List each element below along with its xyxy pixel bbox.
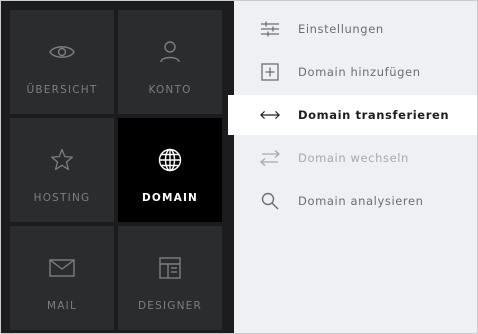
eye-icon xyxy=(48,38,76,66)
mail-icon xyxy=(48,254,76,282)
nav-tile-grid: ÜBERSICHT KONTO HOSTING DOMAIN MAIL DESI… xyxy=(1,1,234,333)
tile-label: ÜBERSICHT xyxy=(26,84,98,96)
menu-item-analyze-domain[interactable]: Domain analysieren xyxy=(234,181,477,221)
tile-account[interactable]: KONTO xyxy=(118,10,222,114)
menu-item-add-domain[interactable]: Domain hinzufügen xyxy=(234,52,477,92)
domain-submenu: Einstellungen Domain hinzufügen Domain t… xyxy=(228,1,477,333)
sliders-icon xyxy=(260,19,280,39)
swap-icon xyxy=(260,148,280,168)
globe-icon xyxy=(156,146,184,174)
menu-item-transfer-domain[interactable]: Domain transferieren xyxy=(228,95,477,135)
tile-hosting[interactable]: HOSTING xyxy=(10,118,114,222)
plus-box-icon xyxy=(260,62,280,82)
menu-item-label: Domain analysieren xyxy=(298,194,424,208)
menu-item-label: Domain transferieren xyxy=(298,108,450,122)
layout-icon xyxy=(156,254,184,282)
menu-item-settings[interactable]: Einstellungen xyxy=(234,9,477,49)
menu-item-switch-domain[interactable]: Domain wechseln xyxy=(234,138,477,178)
tile-label: DESIGNER xyxy=(137,300,202,312)
menu-item-label: Domain wechseln xyxy=(298,151,409,165)
menu-item-label: Domain hinzufügen xyxy=(298,65,421,79)
search-icon xyxy=(260,191,280,211)
user-icon xyxy=(156,38,184,66)
menu-item-label: Einstellungen xyxy=(298,22,384,36)
star-icon xyxy=(48,146,76,174)
tile-label: HOSTING xyxy=(33,192,91,204)
tile-label: MAIL xyxy=(47,300,77,312)
tile-label: DOMAIN xyxy=(141,192,199,204)
tile-domain[interactable]: DOMAIN xyxy=(118,118,222,222)
tile-designer[interactable]: DESIGNER xyxy=(118,226,222,330)
tile-mail[interactable]: MAIL xyxy=(10,226,114,330)
tile-overview[interactable]: ÜBERSICHT xyxy=(10,10,114,114)
tile-label: KONTO xyxy=(148,84,192,96)
arrows-horizontal-icon xyxy=(260,105,280,125)
